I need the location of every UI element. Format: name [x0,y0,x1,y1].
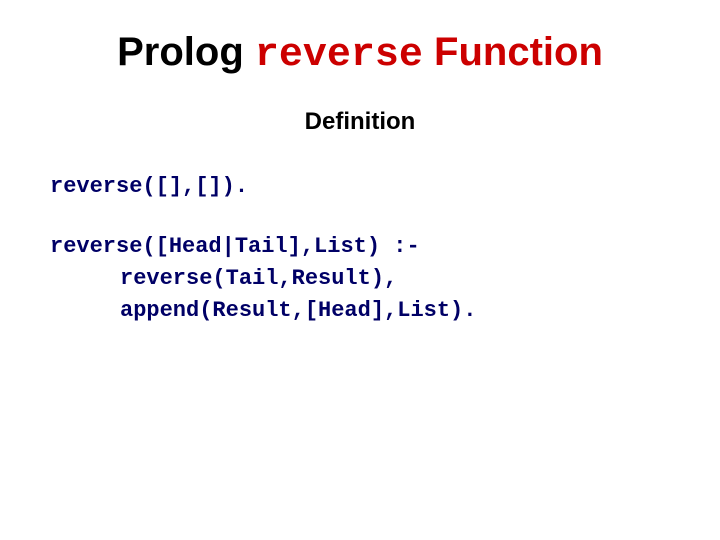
title-part3: Function [423,30,603,74]
code-spacer [50,203,670,231]
title-part2: reverse [255,33,423,78]
code-block: reverse([],[]). reverse([Head|Tail],List… [50,171,670,327]
title-part1: Prolog [117,30,255,74]
code-line-3: reverse(Tail,Result), [50,263,670,295]
slide-title: Prolog reverse Function [50,30,670,78]
code-line-1: reverse([],[]). [50,171,670,203]
code-line-4: append(Result,[Head],List). [50,295,670,327]
code-line-2: reverse([Head|Tail],List) :- [50,231,670,263]
slide-subtitle: Definition [50,108,670,136]
